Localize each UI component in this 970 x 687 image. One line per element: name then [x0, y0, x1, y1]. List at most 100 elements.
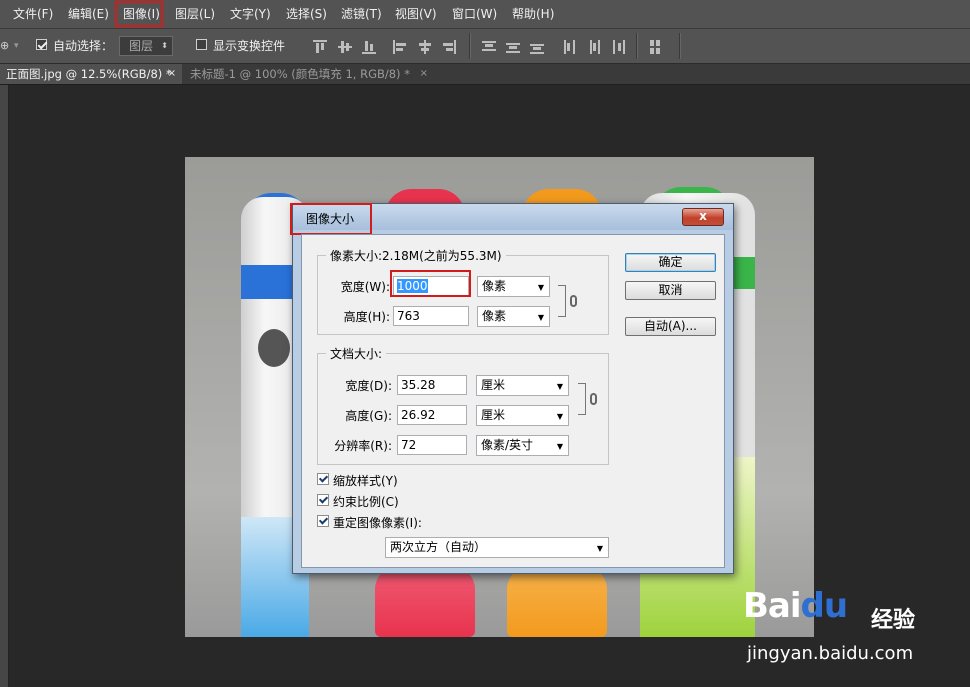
dialog-titlebar[interactable]: 图像大小 x — [290, 203, 733, 235]
menu-type[interactable]: 文字(Y) — [230, 0, 271, 28]
tab-untitled[interactable]: 未标题-1 @ 100% (颜色填充 1, RGB/8) * × — [184, 64, 434, 84]
pixel-dimensions-legend: 像素大小:2.18M(之前为55.3M) — [326, 247, 506, 264]
pixel-width-label: 宽度(W): — [340, 280, 390, 294]
cancel-button[interactable]: 取消 — [625, 281, 716, 300]
toolbar-separator — [469, 33, 471, 59]
pixel-chain-bracket — [558, 285, 566, 317]
show-transform-checkbox[interactable] — [196, 39, 207, 50]
resolution-unit-select[interactable]: 像素/英寸 ▼ — [476, 435, 569, 456]
scale-styles-label: 缩放样式(Y) — [333, 474, 398, 488]
toolbar-separator — [636, 33, 638, 59]
auto-button[interactable]: 自动(A)... — [625, 317, 716, 336]
tab-front-image[interactable]: 正面图.jpg @ 12.5%(RGB/8) * × — [0, 64, 182, 84]
constrain-link-icon — [590, 393, 597, 405]
close-icon[interactable]: × — [168, 64, 176, 84]
doc-width-value: 35.28 — [401, 378, 436, 392]
move-tool-icon[interactable]: ⊕ — [0, 29, 9, 63]
dialog-client-area: 像素大小:2.18M(之前为55.3M) 宽度(W): 1000 像素 ▼ 高度(… — [301, 234, 725, 568]
baidu-jingyan-watermark: Baidu 经验 jingyan.baidu.com — [743, 586, 923, 676]
constrain-link-icon — [570, 295, 577, 307]
tool-preset-arrow-icon[interactable]: ▾ — [14, 29, 19, 63]
show-transform-label: 显示变换控件 — [213, 39, 286, 53]
doc-width-unit: 厘米 — [481, 378, 506, 392]
menu-window[interactable]: 窗口(W) — [452, 0, 497, 28]
auto-select-checkbox[interactable] — [36, 39, 47, 50]
document-size-legend: 文档大小: — [326, 345, 387, 362]
distribute-right-icon[interactable] — [611, 40, 625, 54]
menu-file[interactable]: 文件(F) — [13, 0, 53, 28]
width-input-highlight — [390, 270, 471, 297]
document-tab-bar: 正面图.jpg @ 12.5%(RGB/8) * × 未标题-1 @ 100% … — [0, 64, 970, 85]
ok-button[interactable]: 确定 — [625, 253, 716, 272]
pixel-width-unit: 像素 — [482, 279, 507, 293]
resample-method-select[interactable]: 两次立方（自动） ▼ — [385, 537, 609, 558]
bottle-band-green — [734, 257, 755, 289]
auto-select-target-value: 图层 — [129, 39, 154, 53]
logo-du: du — [800, 586, 849, 626]
doc-height-unit-select[interactable]: 厘米 ▼ — [476, 405, 569, 426]
menu-filter[interactable]: 滤镜(T) — [341, 0, 382, 28]
resolution-unit: 像素/英寸 — [481, 438, 534, 452]
auto-align-layers-icon[interactable] — [650, 40, 664, 54]
resample-label: 重定图像像素(I): — [333, 516, 422, 530]
menu-view[interactable]: 视图(V) — [395, 0, 437, 28]
dropdown-arrow-icon: ▼ — [556, 412, 563, 421]
align-hcenter-icon[interactable] — [418, 40, 432, 54]
align-vcenter-icon[interactable] — [338, 40, 352, 54]
pixel-height-input[interactable]: 763 — [393, 306, 469, 326]
scale-styles-checkbox[interactable] — [317, 473, 329, 485]
constrain-proportions-label: 约束比例(C) — [333, 495, 399, 509]
dropdown-arrow-icon: ▼ — [537, 313, 544, 322]
distribute-bottom-icon[interactable] — [530, 40, 544, 54]
baidu-logo: Baidu — [743, 586, 849, 626]
resolution-input[interactable]: 72 — [397, 435, 467, 455]
align-bottom-icon[interactable] — [362, 40, 376, 54]
pixel-width-unit-select[interactable]: 像素 ▼ — [477, 276, 550, 297]
doc-height-input[interactable]: 26.92 — [397, 405, 467, 425]
doc-width-unit-select[interactable]: 厘米 ▼ — [476, 375, 569, 396]
distribute-vcenter-icon[interactable] — [506, 40, 520, 54]
align-left-icon[interactable] — [393, 40, 407, 54]
bottle-red — [375, 567, 475, 637]
close-icon[interactable]: × — [420, 64, 428, 84]
resample-method-value: 两次立方（自动） — [390, 540, 487, 554]
resample-checkbox[interactable] — [317, 515, 329, 527]
distribute-top-icon[interactable] — [482, 40, 496, 54]
pixel-height-label: 高度(H): — [343, 310, 390, 324]
align-right-icon[interactable] — [442, 40, 456, 54]
menu-image-highlight — [115, 1, 163, 27]
moon-graphic — [258, 329, 290, 367]
distribute-left-icon[interactable] — [563, 40, 577, 54]
menu-help[interactable]: 帮助(H) — [512, 0, 554, 28]
menu-edit[interactable]: 编辑(E) — [68, 0, 109, 28]
dropdown-arrow-icon: ▼ — [596, 544, 603, 553]
menu-select[interactable]: 选择(S) — [286, 0, 327, 28]
logo-bai: Bai — [743, 586, 802, 626]
auto-select-label: 自动选择： — [53, 39, 114, 53]
watermark-url: jingyan.baidu.com — [747, 643, 914, 664]
align-top-icon[interactable] — [313, 40, 327, 54]
tab-label: 正面图.jpg @ 12.5%(RGB/8) * — [6, 67, 172, 81]
dialog-close-button[interactable]: x — [682, 208, 724, 226]
distribute-hcenter-icon[interactable] — [587, 40, 601, 54]
toolbar-separator — [679, 33, 681, 59]
resolution-value: 72 — [401, 438, 417, 452]
tab-label: 未标题-1 @ 100% (颜色填充 1, RGB/8) * — [190, 67, 410, 81]
doc-height-label: 高度(G): — [345, 409, 392, 423]
menu-bar: 文件(F) 编辑(E) 图像(I) 图层(L) 文字(Y) 选择(S) 滤镜(T… — [0, 0, 970, 29]
resolution-label: 分辨率(R): — [334, 439, 392, 453]
pixel-height-unit: 像素 — [482, 309, 507, 323]
doc-width-input[interactable]: 35.28 — [397, 375, 467, 395]
jingyan-text: 经验 — [871, 608, 916, 633]
constrain-proportions-checkbox[interactable] — [317, 494, 329, 506]
auto-select-target-dropdown[interactable]: 图层 ⬍ — [119, 36, 173, 56]
bottle-orange — [507, 567, 607, 637]
dropdown-arrow-icon: ▼ — [537, 283, 544, 292]
image-size-dialog: 图像大小 x 像素大小:2.18M(之前为55.3M) 宽度(W): 1000 … — [290, 203, 734, 574]
doc-chain-bracket — [578, 383, 586, 415]
stepper-icon: ⬍ — [161, 41, 168, 50]
doc-width-label: 宽度(D): — [345, 379, 392, 393]
tools-panel-edge — [0, 85, 9, 687]
menu-layer[interactable]: 图层(L) — [175, 0, 215, 28]
pixel-height-unit-select[interactable]: 像素 ▼ — [477, 306, 550, 327]
